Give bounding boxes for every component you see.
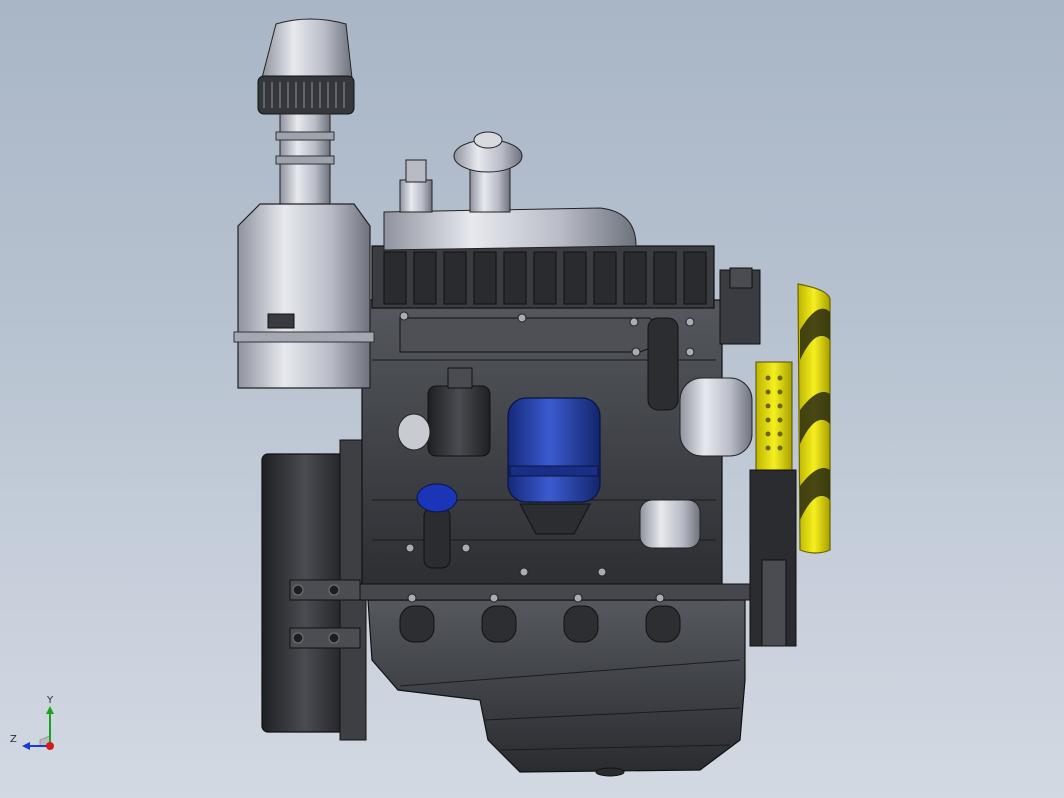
y-axis-arrowhead-icon	[46, 706, 54, 714]
engine-model[interactable]	[0, 0, 1064, 798]
y-axis-label: Y	[47, 695, 54, 706]
graphics-viewport[interactable]: Y Z	[0, 0, 1064, 798]
axis-triad: Y Z	[8, 696, 64, 756]
origin-icon	[46, 742, 54, 750]
axis-triad-graphic	[22, 706, 54, 750]
cooling-fan	[797, 283, 831, 554]
fan-bracket	[749, 361, 797, 647]
z-axis-label: Z	[10, 734, 17, 745]
air-cleaner	[233, 18, 375, 389]
z-axis-arrowhead-icon	[22, 742, 30, 750]
flywheel-housing	[261, 439, 367, 741]
thermostat-housing	[399, 131, 523, 213]
